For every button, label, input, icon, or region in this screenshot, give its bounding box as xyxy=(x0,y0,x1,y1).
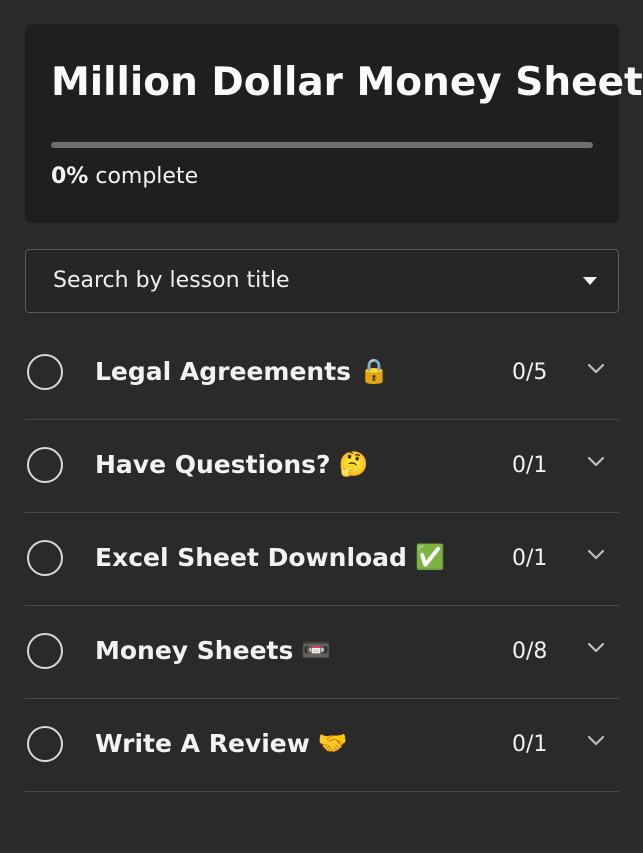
chevron-down-icon[interactable] xyxy=(587,733,605,747)
completion-circle-icon[interactable] xyxy=(27,354,63,390)
video-cassette-icon: 📼 xyxy=(301,636,332,664)
lesson-list: Legal Agreements 🔒 0/5 Have Questions? 🤔 0… xyxy=(25,327,619,792)
course-title: Million Dollar Money Sheets xyxy=(51,60,643,105)
lock-icon: 🔒 xyxy=(359,357,389,385)
lesson-search-dropdown[interactable]: Search by lesson title xyxy=(25,249,619,313)
handshake-icon: 🤝 xyxy=(317,729,348,757)
completion-circle-icon[interactable] xyxy=(27,726,63,762)
lesson-item[interactable]: Have Questions? 🤔 0/1 xyxy=(25,420,619,513)
lesson-count: 0/1 xyxy=(512,453,548,478)
completion-circle-icon[interactable] xyxy=(27,447,63,483)
chevron-down-icon[interactable] xyxy=(587,361,605,375)
chevron-down-icon[interactable] xyxy=(587,454,605,468)
chevron-down-icon[interactable] xyxy=(587,640,605,654)
chevron-down-icon[interactable] xyxy=(587,547,605,561)
lesson-title: Write A Review 🤝 xyxy=(95,729,348,758)
completion-circle-icon[interactable] xyxy=(27,540,63,576)
checkmark-box-icon: ✅ xyxy=(414,543,445,571)
lesson-title: Legal Agreements 🔒 xyxy=(95,357,389,386)
progress-percent: 0% xyxy=(51,164,89,189)
thinking-face-icon: 🤔 xyxy=(338,450,369,478)
lesson-title: Excel Sheet Download ✅ xyxy=(95,543,445,572)
caret-down-icon xyxy=(583,277,597,285)
completion-circle-icon[interactable] xyxy=(27,633,63,669)
lesson-count: 0/1 xyxy=(512,732,548,757)
lesson-count: 0/5 xyxy=(512,360,548,385)
lesson-item[interactable]: Write A Review 🤝 0/1 xyxy=(25,699,619,792)
course-header: Million Dollar Money Sheets 0% complete xyxy=(25,24,643,223)
lesson-count: 0/8 xyxy=(512,639,548,664)
search-placeholder: Search by lesson title xyxy=(53,268,290,293)
progress-bar xyxy=(51,142,593,148)
lesson-count: 0/1 xyxy=(512,546,548,571)
progress-text: 0% complete xyxy=(51,164,198,189)
lesson-title: Have Questions? 🤔 xyxy=(95,450,369,479)
lesson-item[interactable]: Excel Sheet Download ✅ 0/1 xyxy=(25,513,619,606)
lesson-item[interactable]: Legal Agreements 🔒 0/5 xyxy=(25,327,619,420)
lesson-title: Money Sheets 📼 xyxy=(95,636,332,665)
lesson-item[interactable]: Money Sheets 📼 0/8 xyxy=(25,606,619,699)
progress-label: complete xyxy=(95,164,199,189)
